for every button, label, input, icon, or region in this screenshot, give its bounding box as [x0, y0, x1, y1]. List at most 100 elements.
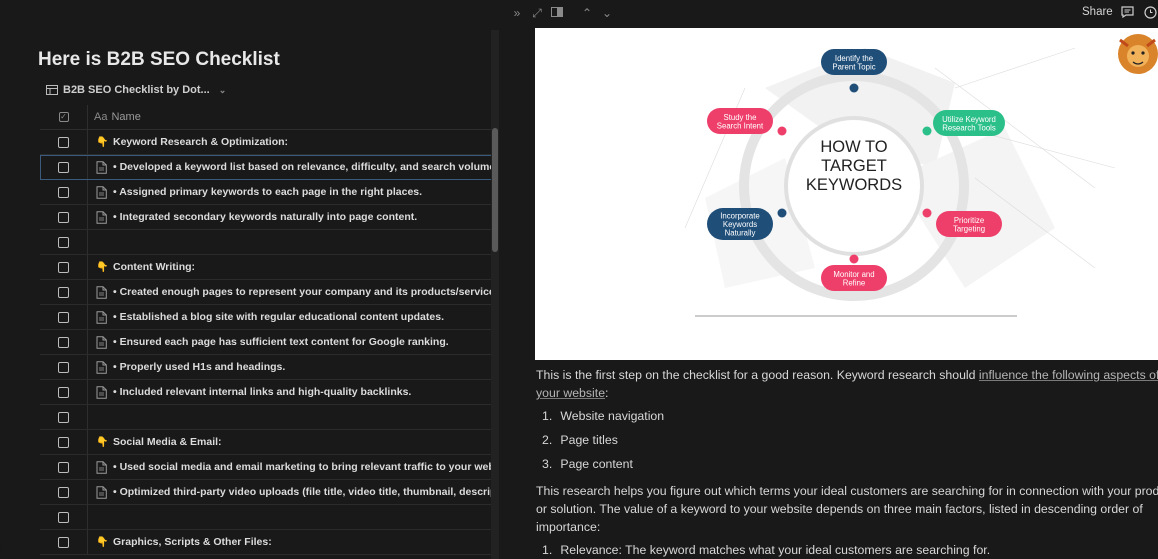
row-title: Content Writing: — [113, 261, 196, 273]
checkbox-column-header[interactable]: ✓ — [40, 105, 88, 129]
row-checkbox[interactable] — [58, 436, 69, 448]
list-text: Page titles — [560, 433, 618, 447]
chevron-down-icon[interactable]: ⌄ — [219, 85, 227, 96]
table-row[interactable]: 👇 Graphics, Scripts & Other Files: — [40, 530, 492, 555]
row-name-cell[interactable]: • Used social media and email marketing … — [88, 460, 492, 474]
name-column-header[interactable]: Aa Name — [88, 111, 141, 123]
table-row[interactable]: 👇 Content Writing: — [40, 255, 492, 280]
row-checkbox[interactable] — [58, 261, 69, 273]
row-name-cell[interactable]: • Properly used H1s and headings. — [88, 360, 492, 374]
table-row[interactable]: • Developed a keyword list based on rele… — [40, 155, 492, 180]
share-button[interactable]: Share — [1082, 6, 1113, 18]
table-row[interactable]: 👇 Keyword Research & Optimization: — [40, 130, 492, 155]
row-title: • Assigned primary keywords to each page… — [113, 186, 423, 198]
scrollbar-thumb[interactable] — [492, 128, 498, 252]
row-name-cell[interactable]: 👇 Social Media & Email: — [88, 436, 492, 448]
row-checkbox[interactable] — [58, 311, 69, 323]
updates-icon[interactable] — [1143, 6, 1157, 20]
row-checkbox-cell — [40, 380, 88, 404]
row-name-cell[interactable]: • Developed a keyword list based on rele… — [88, 160, 492, 174]
row-checkbox[interactable] — [58, 286, 69, 298]
list-number: 2. — [542, 433, 553, 447]
row-checkbox-cell — [40, 480, 88, 504]
row-name-cell[interactable]: 👇 Content Writing: — [88, 261, 492, 273]
row-name-cell[interactable]: • Included relevant internal links and h… — [88, 385, 492, 399]
table-row[interactable] — [40, 405, 492, 430]
table-row[interactable] — [40, 230, 492, 255]
row-name-cell[interactable]: • Created enough pages to represent your… — [88, 285, 492, 299]
chevron-up-icon[interactable]: ⌃ — [580, 6, 594, 20]
table-row[interactable]: • Properly used H1s and headings. — [40, 355, 492, 380]
scrollbar-track[interactable] — [491, 30, 499, 559]
side-peek-icon[interactable] — [550, 6, 564, 20]
checklist-table: ✓ Aa Name 👇 Keyword Research & Optimizati… — [40, 105, 492, 555]
page-title: Here is B2B SEO Checklist — [38, 49, 280, 70]
aspects-list: 1. Website navigation 2. Page titles 3. Pa… — [542, 406, 1158, 478]
page-icon — [96, 485, 107, 499]
row-checkbox-cell — [40, 430, 88, 454]
intro-text: This is the first step on the checklist … — [536, 368, 979, 382]
center-title-line-2: TARGET — [821, 157, 887, 175]
row-name-cell[interactable]: • Assigned primary keywords to each page… — [88, 185, 492, 199]
table-row[interactable]: • Established a blog site with regular e… — [40, 305, 492, 330]
checkbox-header-icon: ✓ — [58, 112, 69, 122]
table-row[interactable]: • Created enough pages to represent your… — [40, 280, 492, 305]
list-item: 3. Page content — [542, 454, 1158, 478]
row-checkbox[interactable] — [58, 136, 69, 148]
row-name-cell[interactable]: • Ensured each page has sufficient text … — [88, 335, 492, 349]
list-item: 1. Relevance: The keyword matches what y… — [542, 540, 1158, 559]
row-checkbox-cell — [40, 130, 88, 154]
table-icon — [46, 85, 58, 95]
table-row[interactable]: • Integrated secondary keywords naturall… — [40, 205, 492, 230]
infographic-svg: HOW TO TARGET KEYWORDS Identify theParen… — [684, 34, 1158, 317]
row-title: • Created enough pages to represent your… — [113, 286, 492, 298]
row-name-cell[interactable]: 👇 Keyword Research & Optimization: — [88, 136, 492, 148]
database-view-selector[interactable]: B2B SEO Checklist by Dot... ⌄ — [46, 82, 226, 98]
row-checkbox[interactable] — [58, 236, 69, 248]
row-checkbox-cell — [40, 155, 88, 179]
row-checkbox[interactable] — [58, 461, 69, 473]
row-name-cell[interactable]: • Established a blog site with regular e… — [88, 310, 492, 324]
table-row[interactable]: • Included relevant internal links and h… — [40, 380, 492, 405]
page-icon — [96, 285, 107, 299]
close-peek-icon[interactable]: » — [510, 6, 524, 20]
row-name-cell[interactable]: 👇 Graphics, Scripts & Other Files: — [88, 536, 492, 548]
pointing-down-icon: 👇 — [96, 536, 109, 548]
table-row[interactable]: 👇 Social Media & Email: — [40, 430, 492, 455]
row-checkbox[interactable] — [58, 186, 69, 198]
table-row[interactable]: • Used social media and email marketing … — [40, 455, 492, 480]
row-checkbox[interactable] — [58, 536, 69, 548]
pointing-down-icon: 👇 — [96, 261, 109, 273]
row-name-cell[interactable]: • Integrated secondary keywords naturall… — [88, 210, 492, 224]
row-checkbox[interactable] — [58, 361, 69, 373]
list-item: 2. Page titles — [542, 430, 1158, 454]
row-checkbox-cell — [40, 355, 88, 379]
expand-icon[interactable]: ⤢ — [530, 6, 544, 20]
text-property-icon: Aa — [94, 111, 108, 123]
node-label: Research Tools — [942, 123, 996, 132]
table-row[interactable]: • Optimized third-party video uploads (f… — [40, 480, 492, 505]
node-label: Refine — [843, 278, 866, 287]
list-number: 1. — [542, 543, 553, 557]
row-checkbox[interactable] — [58, 486, 69, 498]
comment-icon[interactable] — [1120, 6, 1134, 20]
factors-list: 1. Relevance: The keyword matches what y… — [542, 540, 1158, 559]
table-row[interactable]: • Assigned primary keywords to each page… — [40, 180, 492, 205]
row-checkbox[interactable] — [58, 386, 69, 398]
intro-paragraph: This is the first step on the checklist … — [536, 366, 1158, 402]
row-checkbox[interactable] — [58, 511, 69, 523]
chevron-down-icon[interactable]: ⌄ — [600, 6, 614, 20]
row-checkbox-cell — [40, 180, 88, 204]
row-name-cell[interactable]: • Optimized third-party video uploads (f… — [88, 485, 492, 499]
table-row[interactable]: • Ensured each page has sufficient text … — [40, 330, 492, 355]
page-icon — [96, 160, 107, 174]
row-checkbox[interactable] — [58, 161, 69, 173]
row-checkbox-cell — [40, 255, 88, 279]
row-title: • Established a blog site with regular e… — [113, 311, 444, 323]
center-title-line-3: KEYWORDS — [806, 176, 902, 194]
row-checkbox[interactable] — [58, 411, 69, 423]
row-checkbox[interactable] — [58, 336, 69, 348]
page-icon — [96, 460, 107, 474]
row-checkbox[interactable] — [58, 211, 69, 223]
table-row[interactable] — [40, 505, 492, 530]
